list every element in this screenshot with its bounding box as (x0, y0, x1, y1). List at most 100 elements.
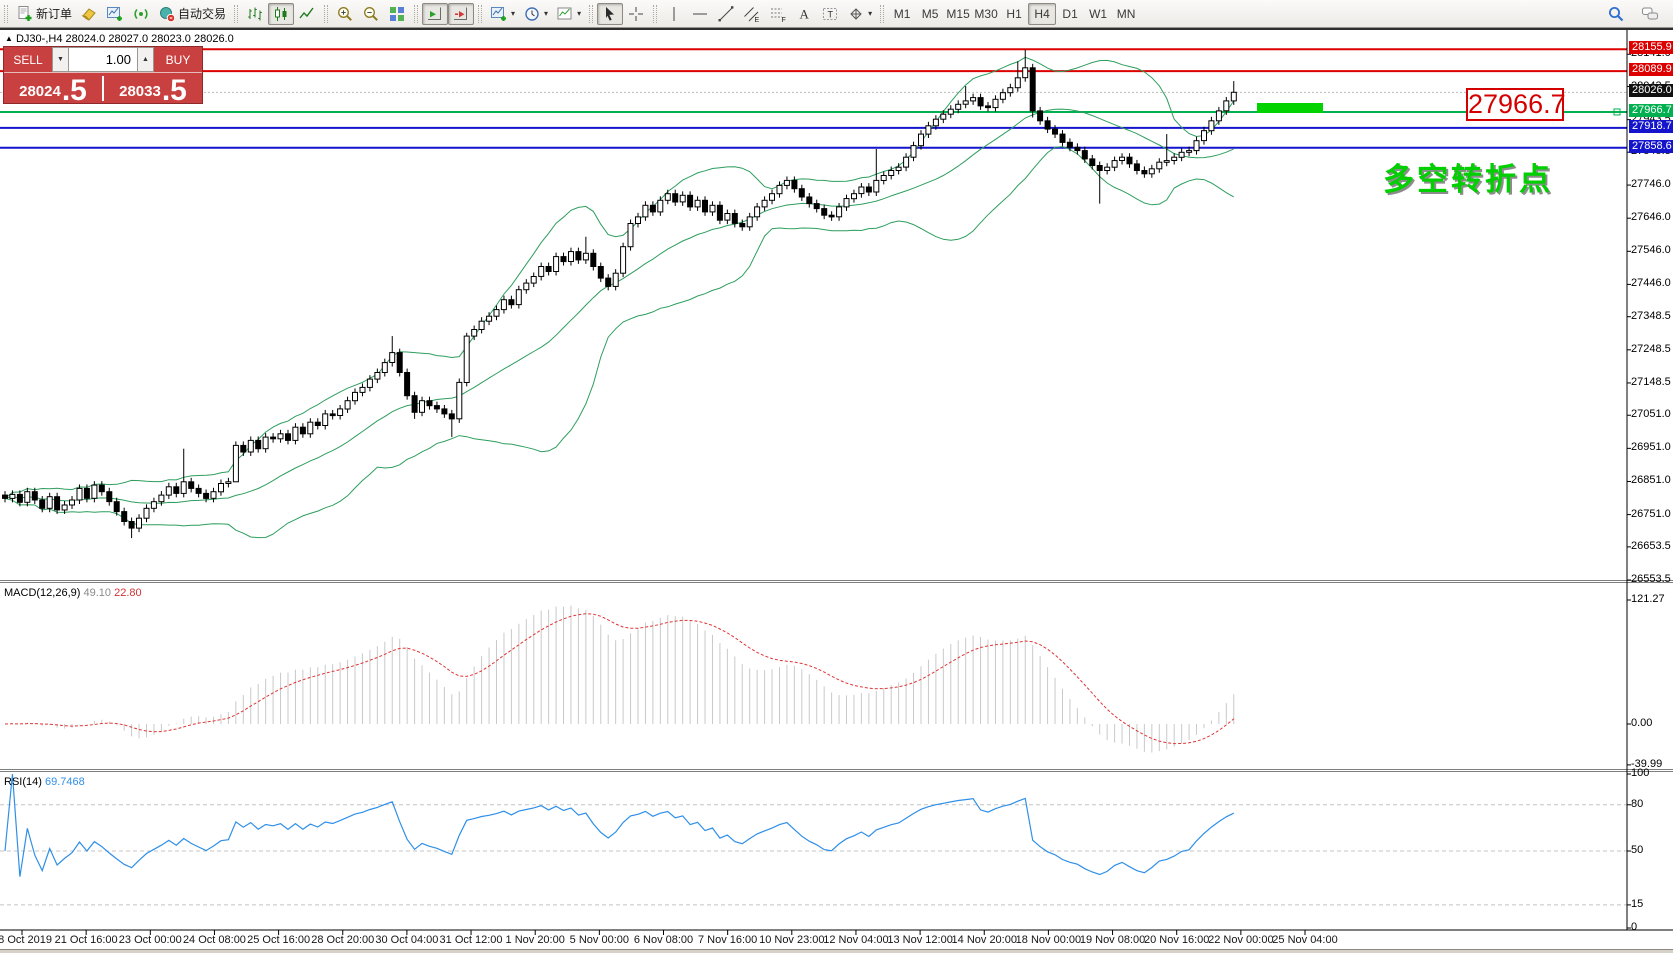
linechart-icon (298, 5, 316, 23)
svg-text:F: F (782, 17, 786, 23)
toolbar-linechart-button[interactable] (294, 3, 320, 25)
toolbar-grip[interactable] (478, 5, 482, 23)
buy-button[interactable]: BUY (154, 47, 202, 72)
macd-axis-tick: 0.00 (1631, 717, 1652, 729)
toolbar-grip[interactable] (414, 5, 418, 23)
date-label: 14 Nov 20:00 (952, 934, 1017, 946)
price-callout-object[interactable]: 27966.7 (1466, 88, 1564, 121)
tiles-icon (388, 5, 406, 23)
price-axis-tick: 26553.5 (1631, 573, 1671, 585)
toolbar-grip[interactable] (653, 5, 657, 23)
toolbar-trendline-button[interactable] (713, 3, 739, 25)
window-bottom-edge (0, 949, 1673, 953)
chat-icon (1641, 5, 1659, 23)
timeframe-m1-button[interactable]: M1 (888, 3, 916, 25)
new-chart-icon (490, 5, 508, 23)
toolbar-zoom-out-button[interactable] (358, 3, 384, 25)
toolbar-grip[interactable] (589, 5, 593, 23)
toolbar-button-label: M1 (894, 7, 911, 21)
price-axis-tick: 27051.0 (1631, 408, 1671, 420)
volume-input[interactable] (69, 47, 137, 72)
toolbar-candles-button[interactable] (268, 3, 294, 25)
toolbar-hline-button[interactable] (687, 3, 713, 25)
autotrade-icon (158, 5, 176, 23)
toolbar-grip[interactable] (4, 5, 8, 23)
trade-prices-row: 28024.5 28033.5 (4, 72, 202, 104)
toolbar-autotrade-button[interactable]: 自动交易 (154, 3, 230, 25)
timeframe-m5-button[interactable]: M5 (916, 3, 944, 25)
timeframe-d1-button[interactable]: D1 (1056, 3, 1084, 25)
toolbar-button-label: MN (1117, 7, 1136, 21)
volume-increase-button[interactable]: ▲ (137, 47, 154, 72)
toolbar-eraser-button[interactable] (76, 3, 102, 25)
candlesticks (3, 50, 1237, 539)
toolbar-shapes-button[interactable]: ▾ (843, 3, 876, 25)
macd-histogram (5, 606, 1234, 753)
toolbar-chart-add-button[interactable] (102, 3, 128, 25)
clock-icon (523, 5, 541, 23)
date-label: 1 Nov 20:00 (506, 934, 565, 946)
toolbar-grip[interactable] (880, 5, 884, 23)
toolbar-signal-button[interactable] (128, 3, 154, 25)
timeframe-mn-button[interactable]: MN (1112, 3, 1140, 25)
timeframe-h1-button[interactable]: H1 (1000, 3, 1028, 25)
rsi-line (5, 774, 1234, 877)
rsi-axis-tick: 80 (1631, 798, 1643, 810)
toolbar-text-a-button[interactable]: A (791, 3, 817, 25)
macd-axis-tick: 121.27 (1631, 593, 1665, 605)
toolbar-chat-button[interactable] (1637, 3, 1663, 25)
toolbar-button-label: 新订单 (36, 5, 72, 22)
toolbar-vline-button[interactable] (661, 3, 687, 25)
timeframe-m30-button[interactable]: M30 (972, 3, 1000, 25)
toolbar-bars-button[interactable] (242, 3, 268, 25)
toolbar-tiles-button[interactable] (384, 3, 410, 25)
volume-decrease-button[interactable]: ▼ (52, 47, 69, 72)
toolbar-button-label: H1 (1006, 7, 1021, 21)
toolbar-zoom-in-button[interactable] (332, 3, 358, 25)
date-label: 7 Nov 16:00 (698, 934, 757, 946)
price-axis-tick: 26751.0 (1631, 508, 1671, 520)
sell-price-main: 28024 (19, 84, 61, 99)
timeframe-m15-button[interactable]: M15 (944, 3, 972, 25)
chart-note-text[interactable]: 多空转折点 (1383, 154, 1553, 199)
zoom-in-icon (336, 5, 354, 23)
svg-text:T: T (828, 9, 834, 19)
rsi-axis-tick: 100 (1631, 767, 1649, 779)
date-label: 22 Nov 00:00 (1208, 934, 1273, 946)
date-label: 13 Nov 12:00 (887, 934, 952, 946)
toolbar-button-label: H4 (1034, 7, 1049, 21)
toolbar-new-order-button[interactable]: 新订单 (12, 3, 76, 25)
toolbar-shift-button[interactable] (448, 3, 474, 25)
candles-icon (272, 5, 290, 23)
toolbar-autoscroll-button[interactable] (422, 3, 448, 25)
date-label: 31 Oct 12:00 (440, 934, 503, 946)
toolbar-grip[interactable] (234, 5, 238, 23)
buy-price-main: 28033 (119, 84, 161, 99)
eraser-icon (80, 5, 98, 23)
toolbar-channel-button[interactable]: E (739, 3, 765, 25)
buy-price[interactable]: 28033.5 (104, 73, 202, 104)
toolbar-cursor-button[interactable] (597, 3, 623, 25)
timeframe-h4-button[interactable]: H4 (1028, 3, 1056, 25)
highlight-rectangle-object[interactable] (1257, 103, 1323, 113)
toolbar-grip[interactable] (324, 5, 328, 23)
toolbar-button-label: D1 (1062, 7, 1077, 21)
channel-icon: E (743, 5, 761, 23)
toolbar-new-chart-button[interactable]: ▾ (486, 3, 519, 25)
horizontal-line-objects[interactable] (0, 49, 1627, 147)
dropdown-arrow-icon: ▾ (868, 9, 872, 18)
price-axis-tick: 27546.0 (1631, 244, 1671, 256)
date-label: 24 Oct 08:00 (183, 934, 246, 946)
toolbar-template-button[interactable]: ▾ (552, 3, 585, 25)
toolbar-label-t-button[interactable]: T (817, 3, 843, 25)
toolbar-clock-button[interactable]: ▾ (519, 3, 552, 25)
price-axis-tick: 27646.0 (1631, 211, 1671, 223)
toolbar-search-button[interactable] (1603, 3, 1629, 25)
date-label: 28 Oct 20:00 (311, 934, 374, 946)
toolbar-crosshair-button[interactable] (623, 3, 649, 25)
timeframe-w1-button[interactable]: W1 (1084, 3, 1112, 25)
sell-button[interactable]: SELL (4, 47, 52, 72)
ohlc-values: 28024.0 28027.0 28023.0 28026.0 (66, 33, 234, 45)
toolbar-fibo-button[interactable]: F (765, 3, 791, 25)
sell-price[interactable]: 28024.5 (4, 73, 102, 104)
